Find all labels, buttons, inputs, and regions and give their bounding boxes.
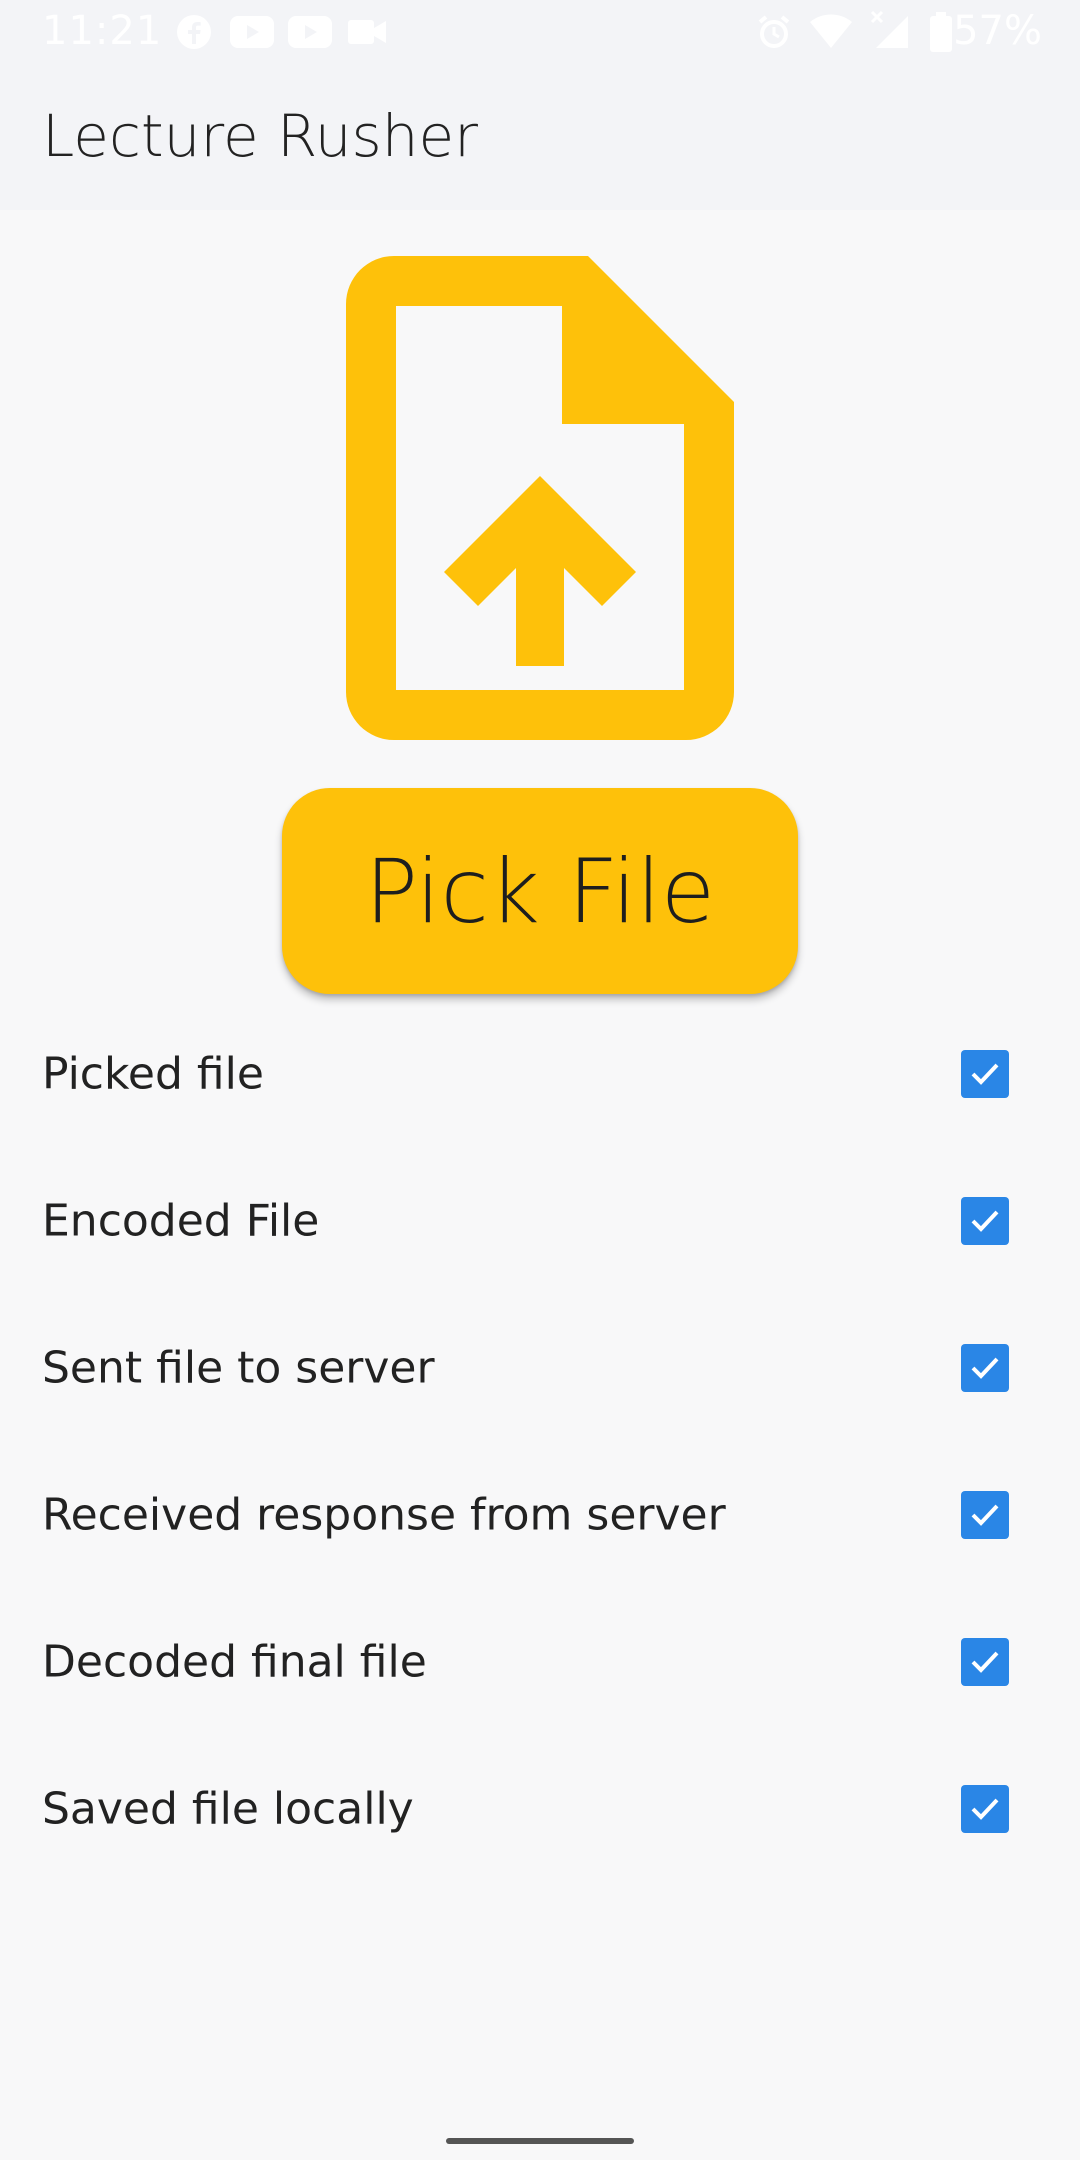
step-label: Decoded final file <box>42 1636 427 1687</box>
step-checkbox[interactable] <box>961 1637 1009 1686</box>
gesture-nav-bar[interactable] <box>446 2138 634 2144</box>
check-icon <box>971 1504 999 1526</box>
wifi-icon <box>810 14 852 48</box>
step-label: Received response from server <box>42 1489 726 1540</box>
screen: 11:21 57% Lecture Rusher Pick File Picke… <box>0 0 1080 2160</box>
list-item: Received response from server <box>0 1441 1080 1588</box>
step-checkbox[interactable] <box>961 1049 1009 1098</box>
status-time: 11:21 <box>42 8 163 54</box>
app-title: Lecture Rusher <box>42 102 479 170</box>
video-camera-icon <box>348 20 386 44</box>
step-label: Picked file <box>42 1048 264 1099</box>
step-label: Sent file to server <box>42 1342 435 1393</box>
signal-icon <box>870 10 908 48</box>
youtube-icon <box>230 16 274 48</box>
check-icon <box>971 1651 999 1673</box>
pick-file-button[interactable]: Pick File <box>282 788 798 994</box>
list-item: Decoded final file <box>0 1588 1080 1735</box>
list-item: Encoded File <box>0 1147 1080 1294</box>
step-checkbox[interactable] <box>961 1784 1009 1833</box>
list-item: Picked file <box>0 1000 1080 1147</box>
step-label: Encoded File <box>42 1195 320 1246</box>
list-item: Saved file locally <box>0 1735 1080 1882</box>
check-icon <box>971 1063 999 1085</box>
facebook-icon <box>177 15 211 49</box>
battery-percent: 57% <box>953 8 1042 54</box>
step-checkbox[interactable] <box>961 1343 1009 1392</box>
step-checkbox[interactable] <box>961 1490 1009 1539</box>
check-icon <box>971 1357 999 1379</box>
check-icon <box>971 1210 999 1232</box>
battery-icon <box>930 12 952 52</box>
upload-file-icon <box>346 256 734 740</box>
status-bar: 11:21 57% <box>0 0 1080 66</box>
youtube-icon <box>288 16 332 48</box>
alarm-icon <box>758 15 790 48</box>
step-label: Saved file locally <box>42 1783 414 1834</box>
step-checkbox[interactable] <box>961 1196 1009 1245</box>
check-icon <box>971 1798 999 1820</box>
list-item: Sent file to server <box>0 1294 1080 1441</box>
app-bar: Lecture Rusher <box>0 66 1080 210</box>
